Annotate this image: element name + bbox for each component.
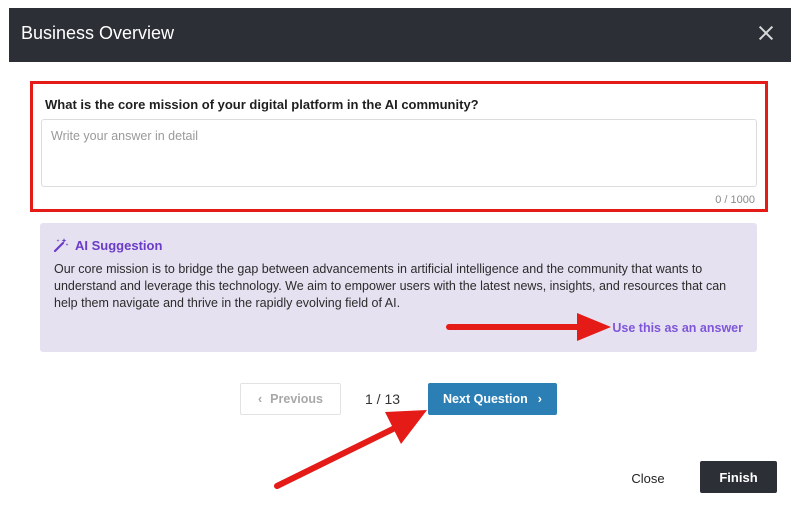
ai-suggestion-panel: AI Suggestion Our core mission is to bri… [40, 223, 757, 352]
annotation-arrow-icon [446, 313, 611, 341]
question-highlight-box: What is the core mission of your digital… [30, 81, 768, 212]
question-label: What is the core mission of your digital… [45, 97, 479, 112]
ai-suggestion-title: AI Suggestion [75, 238, 163, 253]
modal-title: Business Overview [21, 23, 175, 43]
chevron-right-icon: › [537, 392, 542, 406]
ai-suggestion-text: Our core mission is to bridge the gap be… [54, 262, 727, 310]
close-icon[interactable] [755, 23, 777, 45]
next-question-label: Next Question [443, 392, 528, 406]
close-button[interactable]: Close [611, 462, 685, 494]
modal-header: Business Overview [9, 8, 791, 62]
character-count: 0 / 1000 [715, 194, 755, 206]
annotation-arrow-icon [274, 410, 427, 489]
next-question-button[interactable]: Next Question › [428, 383, 557, 415]
answer-textarea[interactable] [41, 119, 757, 187]
chevron-left-icon: ‹ [258, 392, 263, 406]
magic-wand-icon [53, 238, 69, 253]
use-as-answer-link[interactable]: Use this as an answer [612, 321, 743, 335]
business-overview-modal: Business Overview What is the core missi… [9, 8, 791, 517]
finish-button[interactable]: Finish [700, 461, 777, 493]
